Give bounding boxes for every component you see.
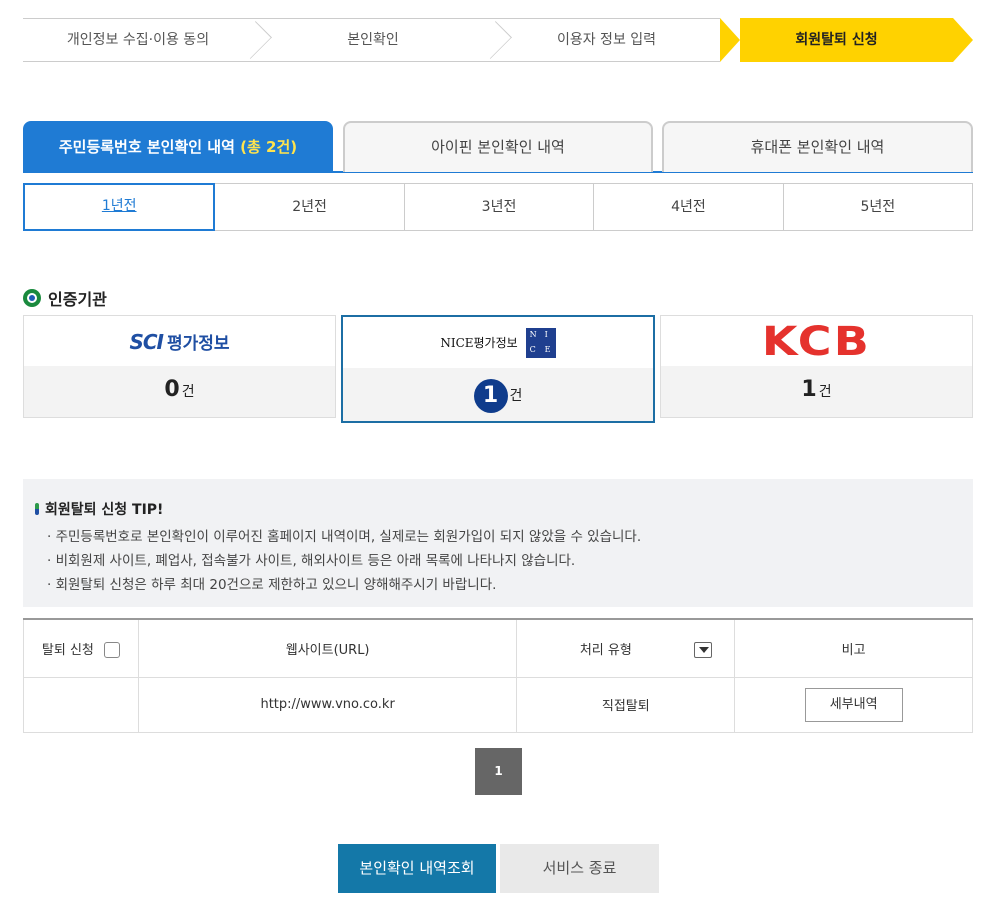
sci-logo-kr: 평가정보 <box>166 334 230 354</box>
agency-card-sci[interactable]: SCI 평가정보 0건 <box>23 315 336 418</box>
tab-count: (총 2건) <box>240 138 298 156</box>
tab-label: 아이핀 본인확인 내역 <box>431 138 565 156</box>
agency-count-number: 1 <box>473 378 508 413</box>
tab-year-3[interactable]: 3년전 <box>405 184 595 230</box>
tip-title: 회원탈퇴 신청 TIP! <box>35 499 961 519</box>
tab-ipin[interactable]: 아이핀 본인확인 내역 <box>343 121 653 172</box>
section-title-agencies: 인증기관 <box>23 286 107 310</box>
select-all-checkbox[interactable] <box>103 642 120 658</box>
tip-title-text: 회원탈퇴 신청 TIP! <box>45 502 164 518</box>
type-filter-dropdown-icon[interactable] <box>693 642 712 658</box>
header-note: 비고 <box>734 618 973 678</box>
section-title-text: 인증기관 <box>48 290 107 309</box>
step-user-info: 이용자 정보 입력 <box>493 18 720 62</box>
sci-logo-text: SCI 평가정보 <box>129 329 229 354</box>
agency-count-unit: 건 <box>181 384 195 400</box>
step-label: 본인확인 <box>347 32 399 48</box>
tab-label: 주민등록번호 본인확인 내역 <box>58 138 235 156</box>
kcb-logo-text: KCB <box>761 318 872 365</box>
step-privacy-consent: 개인정보 수집·이용 동의 <box>23 18 272 62</box>
header-withdraw: 탈퇴 신청 <box>23 618 139 678</box>
step-arrow-end <box>953 18 973 62</box>
tip-line: · 회원탈퇴 신청은 하루 최대 20건으로 제한하고 있으니 양해해주시기 바… <box>47 577 497 593</box>
nice-emblem-n: N <box>529 329 537 339</box>
step-label: 개인정보 수집·이용 동의 <box>66 32 210 48</box>
nice-emblem-icon: N I C E <box>525 327 556 358</box>
table-row: http://www.vno.co.kr 직접탈퇴 세부내역 <box>23 676 973 733</box>
sci-logo: SCI 평가정보 <box>24 316 335 367</box>
row-type: 직접탈퇴 <box>516 676 736 733</box>
tip-box: 회원탈퇴 신청 TIP! · 주민등록번호로 본인확인이 이루어진 홈페이지 내… <box>23 479 973 607</box>
header-url: 웹사이트(URL) <box>137 618 518 678</box>
agency-count-number: 0 <box>164 377 180 402</box>
tab-label: 휴대폰 본인확인 내역 <box>750 138 885 156</box>
tab-resident-number[interactable]: 주민등록번호 본인확인 내역 (총 2건) <box>23 121 333 172</box>
agency-count: 0건 <box>24 366 335 417</box>
agency-card-nice[interactable]: NICE평가정보 N I C E 1건 <box>341 315 655 423</box>
step-label: 이용자 정보 입력 <box>556 32 657 48</box>
tab-year-1[interactable]: 1년전 <box>23 183 216 231</box>
agency-count-number: 1 <box>801 377 817 402</box>
search-history-button[interactable]: 본인확인 내역조회 <box>338 844 496 893</box>
header-type: 처리 유형 <box>516 618 736 678</box>
nice-logo: NICE평가정보 N I C E <box>343 317 653 368</box>
step-label: 회원탈퇴 신청 <box>795 32 878 48</box>
agency-count: 1건 <box>343 368 653 421</box>
row-note: 세부내역 <box>734 676 973 733</box>
step-progress: 개인정보 수집·이용 동의 본인확인 이용자 정보 입력 회원탈퇴 신청 <box>23 18 973 62</box>
tip-marker-icon <box>35 503 39 515</box>
header-type-label: 처리 유형 <box>579 642 632 658</box>
header-withdraw-label: 탈퇴 신청 <box>41 642 94 658</box>
nice-logo-text: NICE평가정보 N I C E <box>440 327 556 358</box>
page-button-current[interactable]: 1 <box>475 748 522 795</box>
tab-mobile[interactable]: 휴대폰 본인확인 내역 <box>662 121 973 172</box>
agency-card-kcb[interactable]: KCB 1건 <box>660 315 973 418</box>
tab-year-2[interactable]: 2년전 <box>215 184 405 230</box>
agency-count-unit: 건 <box>509 388 523 404</box>
agency-count: 1건 <box>661 366 972 417</box>
tip-line: · 주민등록번호로 본인확인이 이루어진 홈페이지 내역이며, 실제로는 회원가… <box>47 529 642 545</box>
step-notch <box>720 18 740 62</box>
step-withdraw-request: 회원탈퇴 신청 <box>720 18 953 62</box>
details-button[interactable]: 세부내역 <box>804 687 903 722</box>
step-identity-check: 본인확인 <box>253 18 512 62</box>
end-service-button[interactable]: 서비스 종료 <box>500 844 659 893</box>
nice-emblem-c: C <box>529 344 536 354</box>
nice-emblem-e: E <box>544 344 551 354</box>
nice-logo-label: NICE평가정보 <box>440 336 518 350</box>
tab-year-4[interactable]: 4년전 <box>594 184 784 230</box>
row-url: http://www.vno.co.kr <box>137 676 518 733</box>
agency-count-unit: 건 <box>818 384 832 400</box>
table-header-row: 탈퇴 신청 웹사이트(URL) 처리 유형 비고 <box>23 618 973 678</box>
main-tabs: 주민등록번호 본인확인 내역 (총 2건) 아이핀 본인확인 내역 휴대폰 본인… <box>23 121 973 173</box>
sci-logo-en: SCI <box>129 330 164 354</box>
tab-year-5[interactable]: 5년전 <box>784 184 972 230</box>
nice-emblem-i: I <box>544 329 548 339</box>
tip-line: · 비회원제 사이트, 폐업사, 접속불가 사이트, 해외사이트 등은 아래 목… <box>47 553 576 569</box>
row-withdraw-cell <box>23 676 139 733</box>
kcb-logo: KCB <box>661 316 972 367</box>
site-table: 탈퇴 신청 웹사이트(URL) 처리 유형 비고 http://www.vno.… <box>23 618 973 733</box>
year-tabs: 1년전 2년전 3년전 4년전 5년전 <box>23 183 973 231</box>
target-icon <box>23 289 41 307</box>
